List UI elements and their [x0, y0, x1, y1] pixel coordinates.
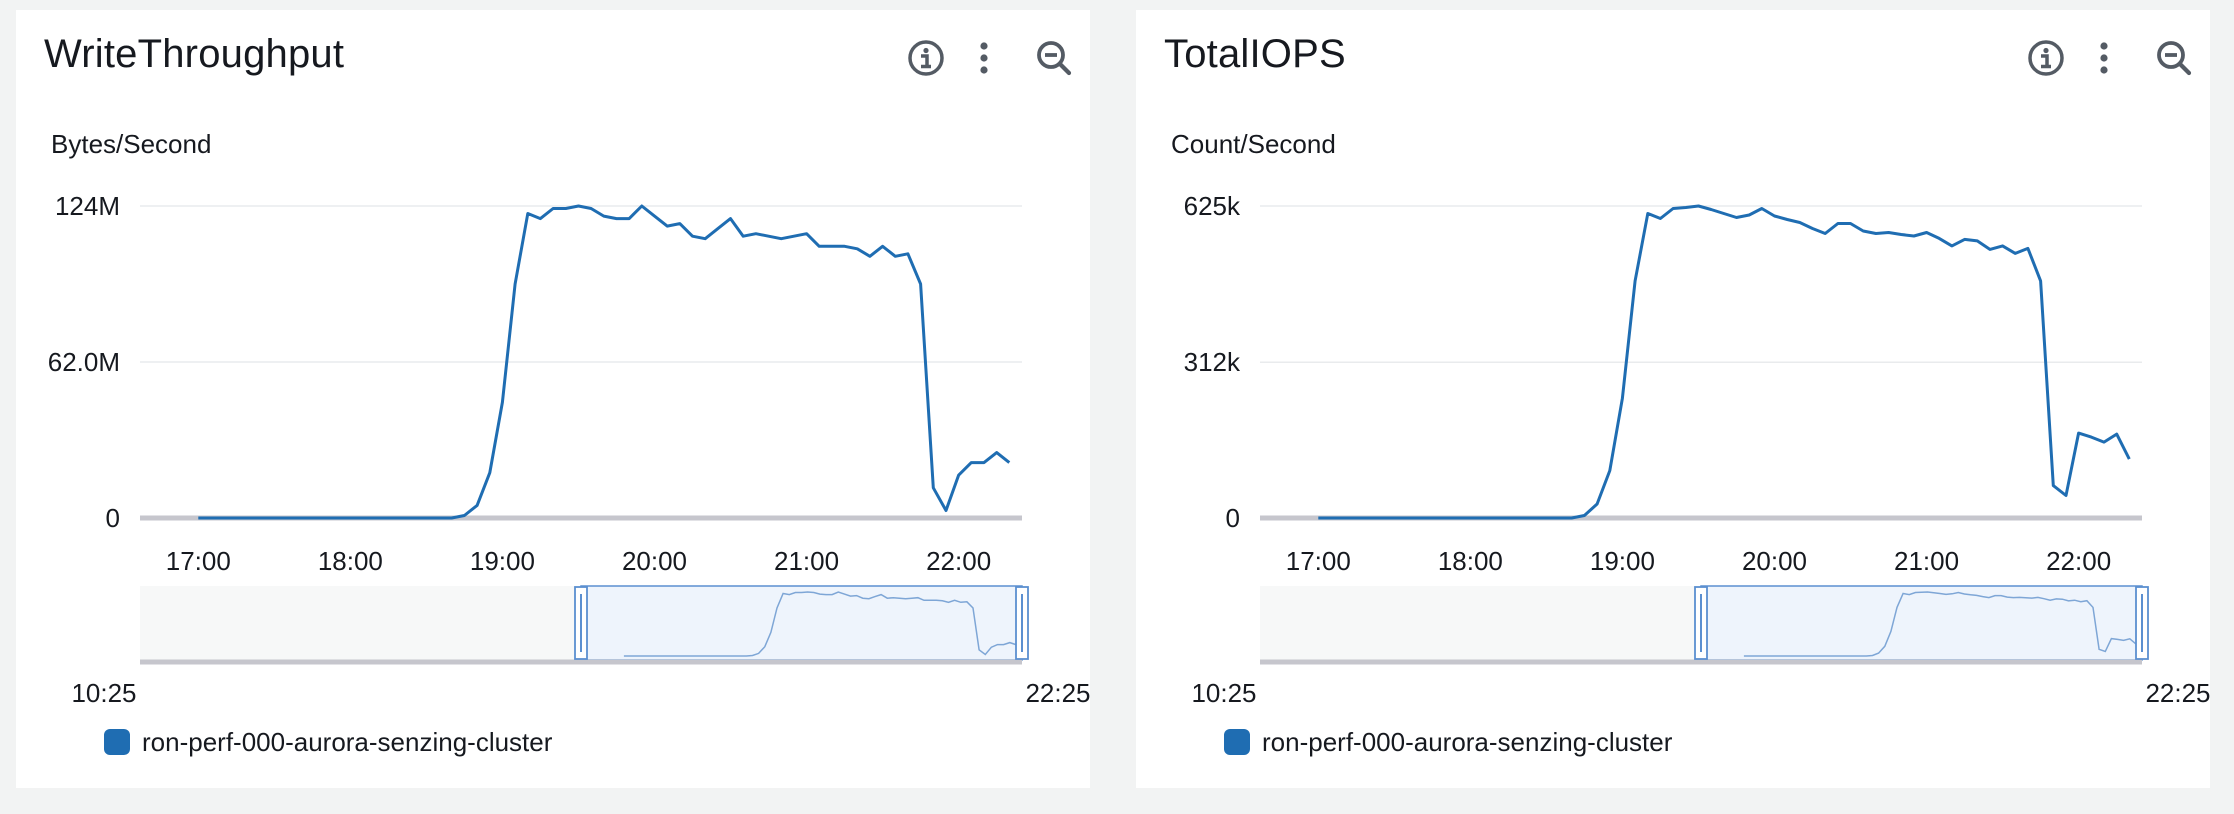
zoom-out-button[interactable]	[2152, 36, 2196, 80]
navigator-left-handle[interactable]	[574, 586, 588, 660]
info-button[interactable]	[2024, 36, 2068, 80]
navigator-end-label: 22:25	[2145, 678, 2210, 708]
info-circle-icon	[908, 40, 944, 76]
x-tick-label: 21:00	[1894, 546, 1959, 576]
y-tick-label: 0	[106, 503, 120, 533]
vertical-ellipsis-icon	[2100, 42, 2108, 74]
legend-label: ron-perf-000-aurora-senzing-cluster	[1262, 726, 1673, 757]
navigator-right-handle[interactable]	[1015, 586, 1029, 660]
legend-item[interactable]: ron-perf-000-aurora-senzing-cluster	[1224, 726, 1672, 758]
widget-title: TotalIOPS	[1164, 32, 1346, 76]
widget-actions-button[interactable]	[962, 36, 1006, 80]
navigator-left-handle[interactable]	[1694, 586, 1708, 660]
x-tick-label: 19:00	[1590, 546, 1655, 576]
y-tick-label: 62.0M	[48, 347, 120, 377]
navigator-right-handle[interactable]	[2135, 586, 2149, 660]
x-tick-label: 18:00	[318, 546, 383, 576]
y-tick-label: 124M	[55, 191, 120, 221]
y-axis-unit-label: Bytes/Second	[51, 129, 211, 159]
widget-actions-button[interactable]	[2082, 36, 2126, 80]
x-tick-label: 22:00	[926, 546, 991, 576]
widget-title: WriteThroughput	[44, 32, 345, 76]
x-tick-label: 22:00	[2046, 546, 2111, 576]
x-tick-label: 20:00	[1742, 546, 1807, 576]
legend-swatch	[104, 729, 130, 755]
y-tick-label: 0	[1226, 503, 1240, 533]
navigator-end-label: 22:25	[1025, 678, 1090, 708]
x-tick-label: 20:00	[622, 546, 687, 576]
vertical-ellipsis-icon	[980, 42, 988, 74]
info-circle-icon	[2028, 40, 2064, 76]
y-tick-label: 625k	[1184, 191, 1241, 221]
y-axis-unit-label: Count/Second	[1171, 129, 1336, 159]
navigator-selection	[1700, 585, 2143, 661]
info-button[interactable]	[904, 36, 948, 80]
write-throughput-widget: Bytes/Second 0 62.0M 124M 17:00 18:00 19:00 20:…	[16, 10, 1090, 788]
x-tick-label: 21:00	[774, 546, 839, 576]
zoom-out-icon	[1037, 41, 1072, 76]
x-tick-label: 17:00	[1286, 546, 1351, 576]
legend-swatch	[1224, 729, 1250, 755]
legend-item[interactable]: ron-perf-000-aurora-senzing-cluster	[104, 726, 552, 758]
navigator-start-label: 10:25	[1191, 678, 1256, 708]
zoom-out-icon	[2157, 41, 2192, 76]
zoom-out-button[interactable]	[1032, 36, 1076, 80]
navigator-selection	[580, 585, 1023, 661]
x-tick-label: 18:00	[1438, 546, 1503, 576]
write-throughput-chart: Bytes/Second 0 62.0M 124M 17:00 18:00 19:00 20:…	[48, 129, 1090, 708]
y-tick-label: 312k	[1184, 347, 1241, 377]
total-iops-chart: Count/Second 0 312k 625k 17:00 18:00 19:00 20:0…	[1171, 129, 2210, 708]
x-tick-label: 17:00	[166, 546, 231, 576]
total-iops-widget: Count/Second 0 312k 625k 17:00 18:00 19:00 20:0…	[1136, 10, 2210, 788]
navigator-start-label: 10:25	[71, 678, 136, 708]
x-tick-label: 19:00	[470, 546, 535, 576]
legend-label: ron-perf-000-aurora-senzing-cluster	[142, 726, 553, 757]
